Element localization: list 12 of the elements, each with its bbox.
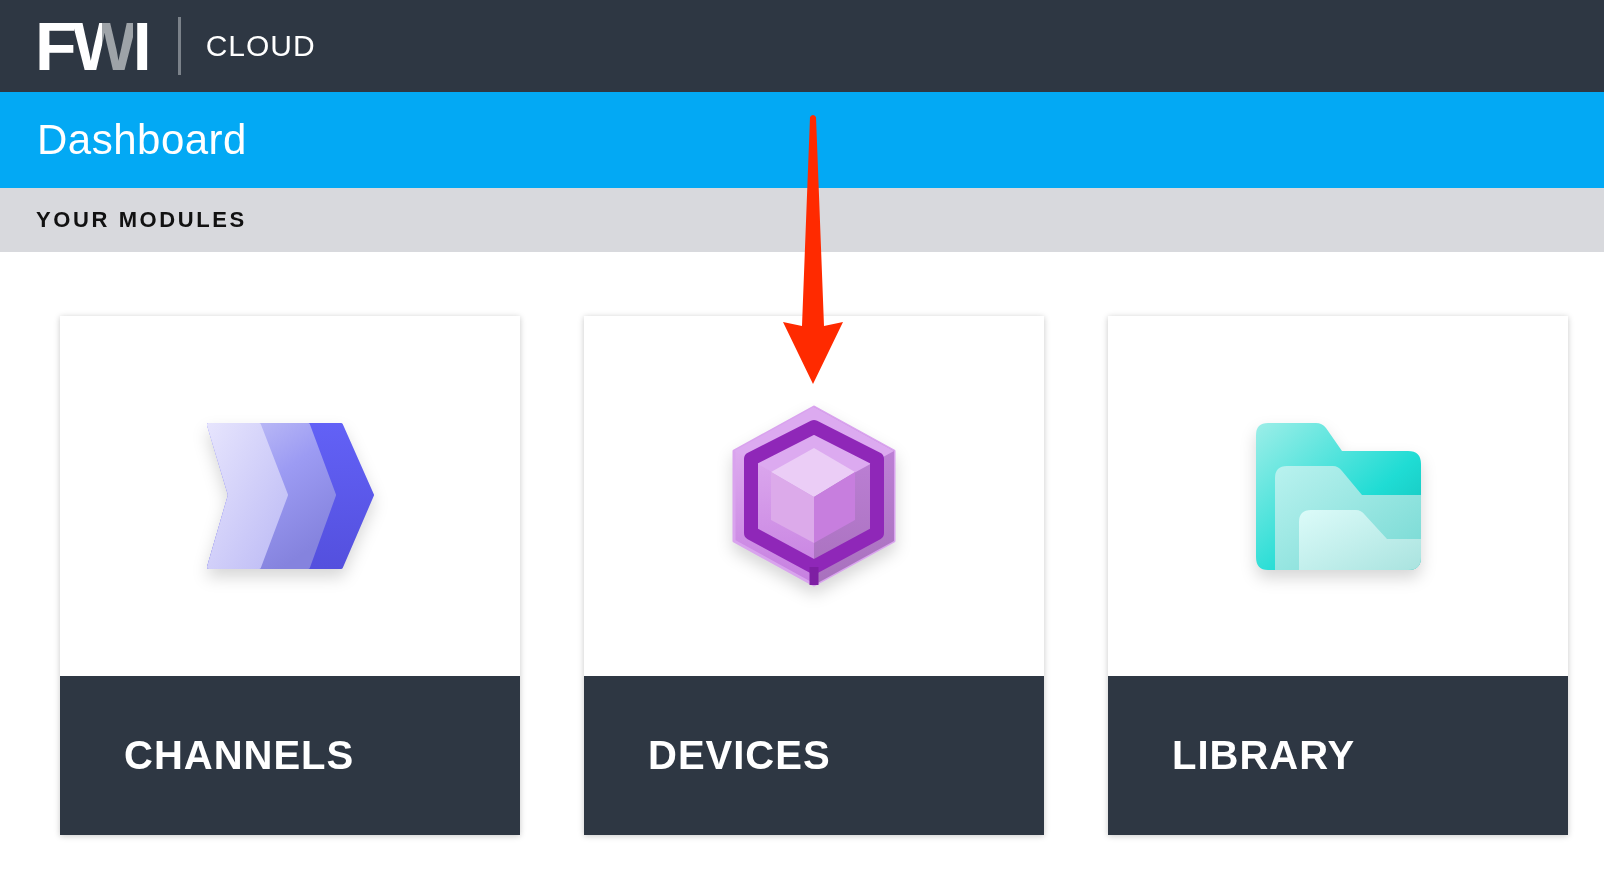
module-card[interactable]: DEVICES — [584, 316, 1044, 835]
module-label: DEVICES — [584, 676, 1044, 835]
product-name: CLOUD — [205, 29, 316, 63]
module-label: LIBRARY — [1108, 676, 1568, 835]
section-heading: YOUR MODULES — [36, 207, 247, 233]
hexagon-cube-icon — [731, 405, 897, 587]
module-card[interactable]: LIBRARY — [1108, 316, 1568, 835]
page-title: Dashboard — [37, 116, 247, 164]
chevrons-icon — [205, 423, 375, 569]
folders-icon — [1255, 422, 1421, 570]
module-card[interactable]: CHANNELS — [60, 316, 520, 835]
module-label: CHANNELS — [60, 676, 520, 835]
